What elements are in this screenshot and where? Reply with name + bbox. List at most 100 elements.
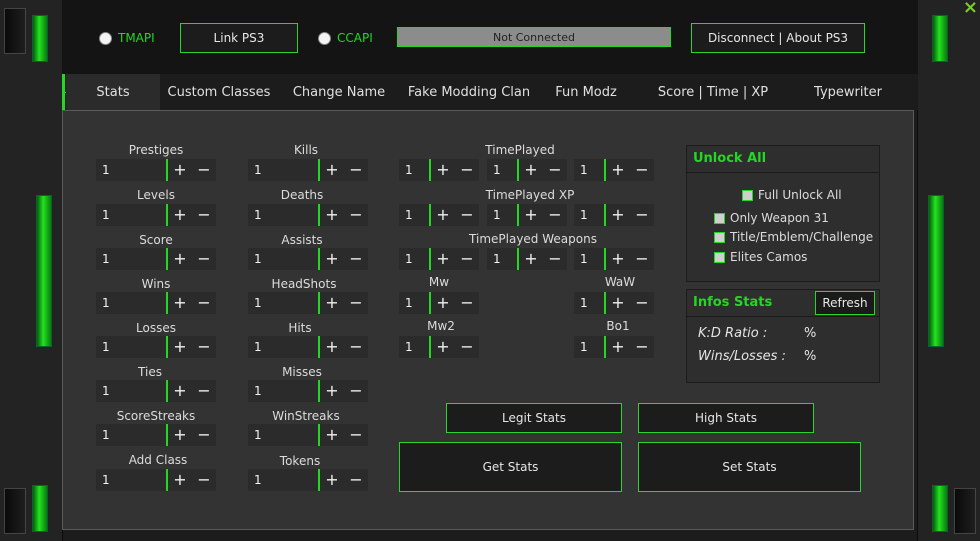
minus-icon[interactable]: − — [455, 204, 479, 226]
assists-stepper[interactable]: 1 + − — [248, 248, 368, 270]
plus-icon[interactable]: + — [519, 204, 543, 226]
minus-icon[interactable]: − — [455, 159, 479, 181]
timeplayed-weapons-days-stepper[interactable]: 1 + − — [399, 248, 479, 270]
waw-stepper[interactable]: 1 + − — [574, 292, 654, 314]
minus-icon[interactable]: − — [192, 204, 216, 226]
prestiges-input[interactable]: 1 — [96, 159, 166, 181]
minus-icon[interactable]: − — [543, 204, 567, 226]
minus-icon[interactable]: − — [630, 292, 654, 314]
only-weapon-checkbox[interactable]: Only Weapon 31 — [714, 211, 829, 225]
get-stats-button[interactable]: Get Stats — [399, 442, 622, 492]
losses-stepper[interactable]: 1 + − — [96, 336, 216, 358]
tab-custom-classes[interactable]: Custom Classes — [162, 74, 276, 110]
elites-camos-checkbox[interactable]: Elites Camos — [714, 250, 807, 264]
plus-icon[interactable]: + — [606, 204, 630, 226]
minus-icon[interactable]: − — [192, 248, 216, 270]
misses-stepper[interactable]: 1 + − — [248, 380, 368, 402]
minus-icon[interactable]: − — [192, 424, 216, 446]
ties-input[interactable]: 1 — [96, 380, 166, 402]
plus-icon[interactable]: + — [431, 204, 455, 226]
mw2-input[interactable]: 1 — [399, 336, 429, 358]
high-stats-button[interactable]: High Stats — [638, 403, 814, 433]
plus-icon[interactable]: + — [320, 336, 344, 358]
scorestreaks-input[interactable]: 1 — [96, 424, 166, 446]
timeplayed-days-stepper[interactable]: 1 + − — [399, 159, 479, 181]
minus-icon[interactable]: − — [543, 159, 567, 181]
value-input[interactable]: 1 — [574, 248, 604, 270]
plus-icon[interactable]: + — [606, 336, 630, 358]
tab-typewriter[interactable]: Typewriter — [804, 74, 892, 110]
score-stepper[interactable]: 1 + − — [96, 248, 216, 270]
tokens-input[interactable]: 1 — [248, 469, 318, 491]
kills-stepper[interactable]: 1 + − — [248, 159, 368, 181]
plus-icon[interactable]: + — [320, 424, 344, 446]
tokens-stepper[interactable]: 1 + − — [248, 469, 368, 491]
tmapi-radio[interactable]: TMAPI — [99, 31, 155, 45]
plus-icon[interactable]: + — [431, 248, 455, 270]
winstreaks-stepper[interactable]: 1 + − — [248, 424, 368, 446]
levels-input[interactable]: 1 — [96, 204, 166, 226]
wins-stepper[interactable]: 1 + − — [96, 292, 216, 314]
minus-icon[interactable]: − — [344, 292, 368, 314]
mw-input[interactable]: 1 — [399, 292, 429, 314]
plus-icon[interactable]: + — [606, 248, 630, 270]
value-input[interactable]: 1 — [399, 159, 429, 181]
minus-icon[interactable]: − — [630, 336, 654, 358]
deaths-input[interactable]: 1 — [248, 204, 318, 226]
timeplayed-xp-days-stepper[interactable]: 1 + − — [399, 204, 479, 226]
value-input[interactable]: 1 — [399, 204, 429, 226]
minus-icon[interactable]: − — [344, 336, 368, 358]
minus-icon[interactable]: − — [455, 292, 479, 314]
score-input[interactable]: 1 — [96, 248, 166, 270]
minus-icon[interactable]: − — [344, 424, 368, 446]
misses-input[interactable]: 1 — [248, 380, 318, 402]
plus-icon[interactable]: + — [320, 159, 344, 181]
tab-score-time-xp[interactable]: Score | Time | XP — [650, 74, 776, 110]
plus-icon[interactable]: + — [320, 204, 344, 226]
minus-icon[interactable]: − — [344, 469, 368, 491]
link-ps3-button[interactable]: Link PS3 — [180, 23, 298, 53]
plus-icon[interactable]: + — [606, 159, 630, 181]
plus-icon[interactable]: + — [320, 380, 344, 402]
prestiges-stepper[interactable]: 1 + − — [96, 159, 216, 181]
kills-input[interactable]: 1 — [248, 159, 318, 181]
winstreaks-input[interactable]: 1 — [248, 424, 318, 446]
add-class-input[interactable]: 1 — [96, 469, 166, 491]
timeplayed-minutes-stepper[interactable]: 1 + − — [574, 159, 654, 181]
timeplayed-xp-hours-stepper[interactable]: 1 + − — [487, 204, 567, 226]
scorestreaks-stepper[interactable]: 1 + − — [96, 424, 216, 446]
plus-icon[interactable]: + — [168, 248, 192, 270]
waw-input[interactable]: 1 — [574, 292, 604, 314]
plus-icon[interactable]: + — [168, 469, 192, 491]
ccapi-radio[interactable]: CCAPI — [318, 31, 373, 45]
minus-icon[interactable]: − — [630, 204, 654, 226]
title-emblem-checkbox[interactable]: Title/Emblem/Challenge — [714, 230, 873, 244]
losses-input[interactable]: 1 — [96, 336, 166, 358]
minus-icon[interactable]: − — [192, 380, 216, 402]
headshots-input[interactable]: 1 — [248, 292, 318, 314]
value-input[interactable]: 1 — [574, 204, 604, 226]
value-input[interactable]: 1 — [487, 204, 517, 226]
plus-icon[interactable]: + — [431, 159, 455, 181]
plus-icon[interactable]: + — [519, 248, 543, 270]
plus-icon[interactable]: + — [320, 469, 344, 491]
headshots-stepper[interactable]: 1 + − — [248, 292, 368, 314]
value-input[interactable]: 1 — [487, 159, 517, 181]
deaths-stepper[interactable]: 1 + − — [248, 204, 368, 226]
minus-icon[interactable]: − — [192, 292, 216, 314]
timeplayed-weapons-hours-stepper[interactable]: 1 + − — [487, 248, 567, 270]
plus-icon[interactable]: + — [168, 159, 192, 181]
timeplayed-weapons-minutes-stepper[interactable]: 1 + − — [574, 248, 654, 270]
timeplayed-hours-stepper[interactable]: 1 + − — [487, 159, 567, 181]
set-stats-button[interactable]: Set Stats — [638, 442, 861, 492]
mw-stepper[interactable]: 1 + − — [399, 292, 479, 314]
plus-icon[interactable]: + — [431, 336, 455, 358]
ties-stepper[interactable]: 1 + − — [96, 380, 216, 402]
minus-icon[interactable]: − — [344, 248, 368, 270]
plus-icon[interactable]: + — [168, 336, 192, 358]
disconnect-about-button[interactable]: Disconnect | About PS3 — [691, 23, 865, 53]
tab-change-name[interactable]: Change Name — [284, 74, 394, 110]
plus-icon[interactable]: + — [320, 248, 344, 270]
minus-icon[interactable]: − — [455, 336, 479, 358]
plus-icon[interactable]: + — [431, 292, 455, 314]
